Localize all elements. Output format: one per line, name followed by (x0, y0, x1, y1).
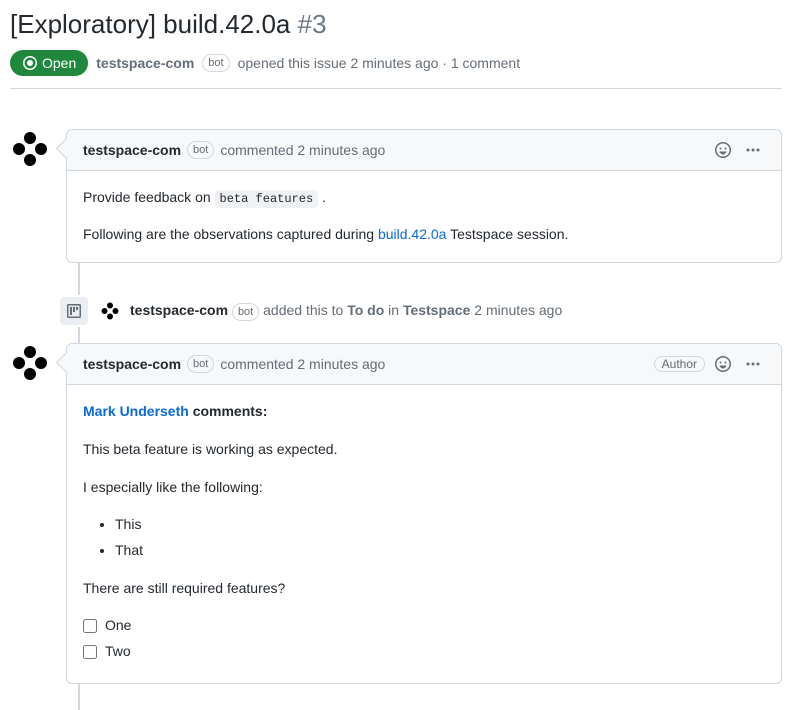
author-badge: Author (654, 356, 705, 372)
bullet-list: This That (115, 514, 765, 561)
build-link[interactable]: build.42.0a (378, 226, 447, 242)
comment-item: testspace-com bot commented 2 minutes ag… (10, 343, 782, 684)
issue-opened-icon (22, 55, 38, 71)
issue-title: [Exploratory] build.42.0a #3 (10, 8, 782, 42)
event-author[interactable]: testspace-com (130, 302, 228, 318)
comment-action: commented 2 minutes ago (220, 142, 385, 158)
reaction-button[interactable] (711, 138, 735, 162)
status-badge-open: Open (10, 50, 88, 76)
commenter-link[interactable]: Mark Underseth (83, 403, 189, 419)
bot-badge: bot (187, 355, 214, 373)
bot-badge: bot (187, 141, 214, 159)
project-icon (66, 303, 82, 319)
avatar[interactable] (100, 301, 120, 321)
issue-author[interactable]: testspace-com (96, 55, 194, 71)
list-item: That (115, 540, 765, 562)
list-item: This (115, 514, 765, 536)
comment-text: Following are the observations captured … (83, 224, 765, 246)
comment-text: Provide feedback on beta features . (83, 187, 765, 209)
bot-badge: bot (232, 303, 259, 321)
issue-meta: opened this issue 2 minutes ago · 1 comm… (238, 55, 521, 71)
comment-text: There are still required features? (83, 578, 765, 600)
task-checkbox[interactable] (83, 645, 97, 659)
code-inline: beta features (215, 190, 319, 208)
avatar[interactable] (10, 129, 50, 169)
kebab-icon (745, 356, 761, 372)
reaction-button[interactable] (711, 352, 735, 376)
task-item: Two (83, 641, 765, 663)
kebab-icon (745, 142, 761, 158)
event-text: testspace-com bot added this to To do in… (130, 302, 562, 321)
kebab-button[interactable] (741, 352, 765, 376)
project-event-icon-wrap (58, 295, 90, 327)
comment-text: This beta feature is working as expected… (83, 439, 765, 461)
comment-action: commented 2 minutes ago (220, 356, 385, 372)
smiley-icon (715, 142, 731, 158)
comment-author[interactable]: testspace-com (83, 356, 181, 372)
comment-text: Mark Underseth comments: (83, 401, 765, 423)
kebab-button[interactable] (741, 138, 765, 162)
task-item: One (83, 615, 765, 637)
comment-author[interactable]: testspace-com (83, 142, 181, 158)
task-checkbox[interactable] (83, 619, 97, 633)
bot-badge: bot (202, 54, 229, 72)
timeline-event: testspace-com bot added this to To do in… (10, 279, 782, 343)
avatar[interactable] (10, 343, 50, 383)
smiley-icon (715, 356, 731, 372)
issue-number: #3 (298, 9, 327, 39)
comment-text: I especially like the following: (83, 477, 765, 499)
comment-item: testspace-com bot commented 2 minutes ag… (10, 129, 782, 263)
task-label: Two (105, 641, 131, 663)
task-label: One (105, 615, 131, 637)
